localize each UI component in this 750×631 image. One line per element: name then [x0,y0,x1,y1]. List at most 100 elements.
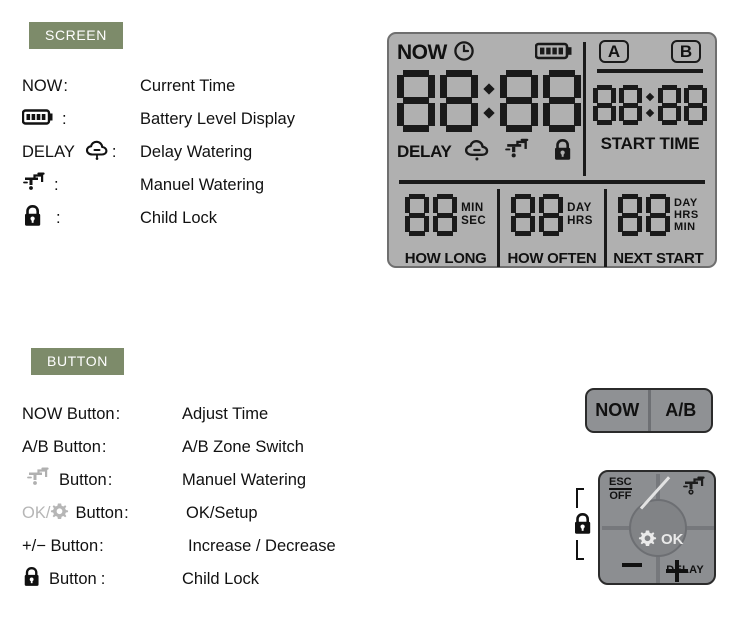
ok-setup-button[interactable]: OK [629,476,687,557]
seven-seg-digit [539,194,564,236]
now-button[interactable]: NOW [587,390,648,431]
manual-watering-button[interactable] [682,475,708,504]
seven-seg-digit [658,85,681,125]
lcd-zone-b: B [671,40,701,63]
lock-icon [22,204,44,233]
legend-desc-delay: Delay Watering [140,143,253,161]
seven-seg-digit [543,70,581,132]
legend-row-manual: : Manuel Watering [22,169,295,202]
lcd-main-time [397,68,581,134]
seven-seg-digit [619,85,642,125]
legend-term-now-button: NOW Button: [22,405,121,423]
seven-seg-digit [511,194,536,236]
seven-seg-digit [397,70,435,132]
lcd-how-often-label: HOW OFTEN [507,250,597,267]
seven-seg-digit [593,85,616,125]
lcd-display-panel: NOW DELAY A B START TIME MIN SEC HOW LON… [387,32,717,268]
legend-desc-now: Current Time [140,77,236,95]
lcd-how-long-label: HOW LONG [404,250,487,267]
lcd-now-panel: NOW DELAY [397,40,581,178]
faucet-icon [682,475,708,504]
lcd-how-long-value: MIN SEC [397,189,494,241]
legend-desc-battery: Battery Level Display [140,110,295,128]
legend-row-childlock: : Child Lock [22,202,295,235]
lcd-cell-divider [497,189,501,267]
seven-seg-digit [645,194,670,236]
lcd-start-time-value [593,76,707,134]
seven-seg-digit [405,194,430,236]
legend-desc-now-button: Adjust Time [182,405,269,423]
control-pad-group: ESC OFF OK [570,470,730,588]
decrease-button[interactable] [622,563,642,567]
button-section-badge: BUTTON [31,348,124,375]
legend-desc-manual-button: Manuel Watering [182,471,307,489]
legend-desc-childlock-button: Child Lock [182,570,260,588]
lcd-start-colon [645,92,655,118]
ok-label: OK [661,531,684,548]
esc-label: ESC [609,476,632,491]
legend-term-ok-prefix: OK/ [22,504,51,522]
legend-row-now-button: NOW Button: Adjust Time [22,398,336,431]
legend-term-ab-button-text: A/B Button [22,438,101,456]
legend-term-plusminus-text: +/− Button [22,537,99,555]
legend-desc-childlock: Child Lock [140,209,218,227]
lcd-cell-how-long: MIN SEC HOW LONG [397,189,494,267]
now-ab-button-group[interactable]: NOW A/B [585,388,713,433]
legend-term-now-text: NOW [22,77,63,95]
increase-delay-button[interactable]: DELAY [666,560,704,582]
battery-icon [21,109,56,130]
legend-term-ab-button: A/B Button: [22,438,107,456]
lcd-vertical-divider [583,42,586,176]
esc-off-button[interactable]: ESC OFF [609,476,632,503]
legend-term-delay: DELAY : [22,140,140,165]
legend-term-ok-button: OK/ Button: [22,502,182,526]
lcd-cell-next-start: DAY HRS MIN NEXT START [610,189,707,267]
legend-row-manual-button: Button: Manuel Watering [22,464,336,497]
cloud-rain-icon [464,139,492,166]
lcd-zone-a: A [599,40,629,63]
legend-desc-ab-button: A/B Zone Switch [182,438,304,456]
legend-row-ab-button: A/B Button: A/B Zone Switch [22,431,336,464]
unit-label: SEC [461,215,487,227]
legend-term-plusminus-button: +/− Button: [22,537,104,555]
seven-seg-digit [684,85,707,125]
lcd-how-often-units: DAY HRS [567,202,593,228]
legend-row-battery: : Battery Level Display [21,103,295,136]
lock-icon [22,566,42,593]
lock-icon [552,138,574,167]
lcd-zone-row: A B [593,40,707,64]
lcd-top-region: NOW DELAY A B START TIME [397,40,707,178]
faucet-icon [26,466,52,495]
battery-icon [534,42,581,65]
faucet-icon [504,137,532,168]
screen-section-badge: SCREEN [29,22,123,49]
legend-term-childlock-button-text: Button [49,570,97,588]
unit-label: HRS [673,208,699,221]
seven-seg-digit [617,194,642,236]
lcd-next-start-label: NEXT START [613,250,704,267]
seven-seg-digit [433,194,458,236]
legend-term-delay-text: DELAY [22,143,75,161]
cloud-rain-icon [85,140,111,165]
lcd-next-start-value: DAY HRS MIN [610,189,707,241]
unit-label: DAY [567,202,592,215]
lcd-horizontal-divider [399,180,705,184]
ab-button[interactable]: A/B [651,390,712,431]
legend-row-now: NOW: Current Time [22,70,295,103]
legend-term-now-button-text: NOW Button [22,405,115,423]
legend-row-ok-button: OK/ Button: OK/Setup [22,497,336,530]
lcd-cell-how-often: DAY HRS HOW OFTEN [503,189,600,267]
lcd-start-time-panel: A B START TIME [593,40,707,178]
legend-term-now: NOW: [22,77,68,95]
legend-row-childlock-button: Button: Child Lock [22,563,336,596]
unit-label: DAY [673,196,698,209]
lcd-bottom-region: MIN SEC HOW LONG DAY HRS HOW OFTEN DAY H… [397,189,707,267]
legend-term-manual-button-text: Button [59,471,107,489]
control-pad[interactable]: ESC OFF OK [598,470,716,585]
seven-seg-digit [440,70,478,132]
legend-term-childlock-button: Button: [22,566,182,593]
gear-icon [50,502,69,526]
lcd-status-icon-row: DELAY [397,138,581,166]
unit-label: HRS [567,215,593,227]
unit-label: MIN [673,221,696,234]
